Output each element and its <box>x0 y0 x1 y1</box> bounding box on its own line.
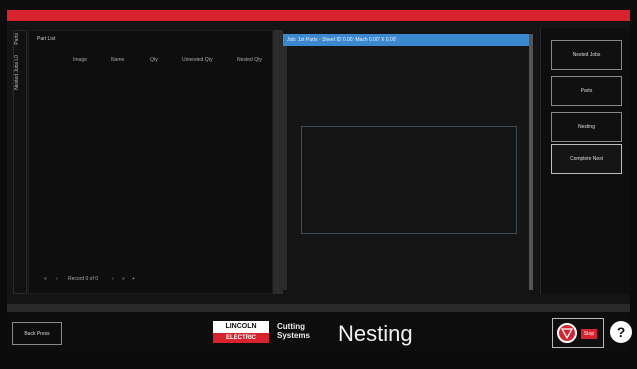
preview-scrollbar[interactable] <box>529 34 533 290</box>
col-unnested-qty[interactable]: Unnested Qty <box>182 57 213 63</box>
part-list-panel: Part List Image Name Qty Unnested Qty Ne… <box>28 30 273 294</box>
back-button[interactable]: Back Press <box>12 322 62 345</box>
nested-jobs-button[interactable]: Nested Jobs <box>551 40 622 70</box>
complete-nest-button[interactable]: Complete Nest <box>551 144 622 174</box>
nest-preview-panel: Job: 1st Parts - Sheet ID 0.00: Mach 0.0… <box>283 34 533 290</box>
logo-lincoln-text: LINCOLN <box>213 321 269 333</box>
vertical-tab-strip: Parts Nested Jobs L0 <box>13 30 27 294</box>
brand-line-1: Cutting <box>277 322 305 331</box>
top-bar <box>0 0 637 22</box>
tab-nested-jobs[interactable]: Nested Jobs L0 <box>14 55 28 90</box>
parts-button[interactable]: Parts <box>551 76 622 106</box>
stop-icon <box>557 323 577 343</box>
horizontal-divider <box>7 304 630 312</box>
first-record-button[interactable]: « <box>44 276 47 282</box>
nesting-button[interactable]: Nesting <box>551 112 622 142</box>
sheet-outline <box>301 126 517 234</box>
preview-header: Job: 1st Parts - Sheet ID 0.00: Mach 0.0… <box>283 34 529 46</box>
tab-parts[interactable]: Parts <box>14 33 28 45</box>
col-image[interactable]: Image <box>73 57 87 63</box>
col-name[interactable]: Name <box>111 57 124 63</box>
next-record-button[interactable]: › <box>112 276 114 282</box>
top-accent-strip <box>7 10 630 21</box>
right-sidebar: Nested Jobs Parts Nesting Complete Nest <box>540 28 630 294</box>
help-icon[interactable]: ? <box>610 321 632 343</box>
panel-splitter[interactable] <box>273 30 283 294</box>
col-qty[interactable]: Qty <box>150 57 158 63</box>
logo-electric-text: ELECTRIC <box>213 333 269 343</box>
lincoln-electric-logo: LINCOLN ELECTRIC <box>213 321 269 344</box>
prev-record-button[interactable]: ‹ <box>56 276 58 282</box>
page-title: Nesting <box>338 321 413 346</box>
stop-label: Stop <box>581 329 597 339</box>
cutting-systems-text: Cutting Systems <box>277 322 327 340</box>
record-counter: Record 0 of 0 <box>68 276 99 282</box>
add-record-button[interactable]: + <box>132 276 135 282</box>
col-nested-qty[interactable]: Nested Qty <box>237 57 262 63</box>
part-list-title: Part List <box>37 36 56 42</box>
last-record-button[interactable]: » <box>122 276 125 282</box>
preview-canvas[interactable] <box>287 46 529 290</box>
bottom-bar <box>0 351 637 369</box>
emergency-stop-button[interactable]: Stop <box>552 318 604 348</box>
brand-line-2: Systems <box>277 331 310 340</box>
